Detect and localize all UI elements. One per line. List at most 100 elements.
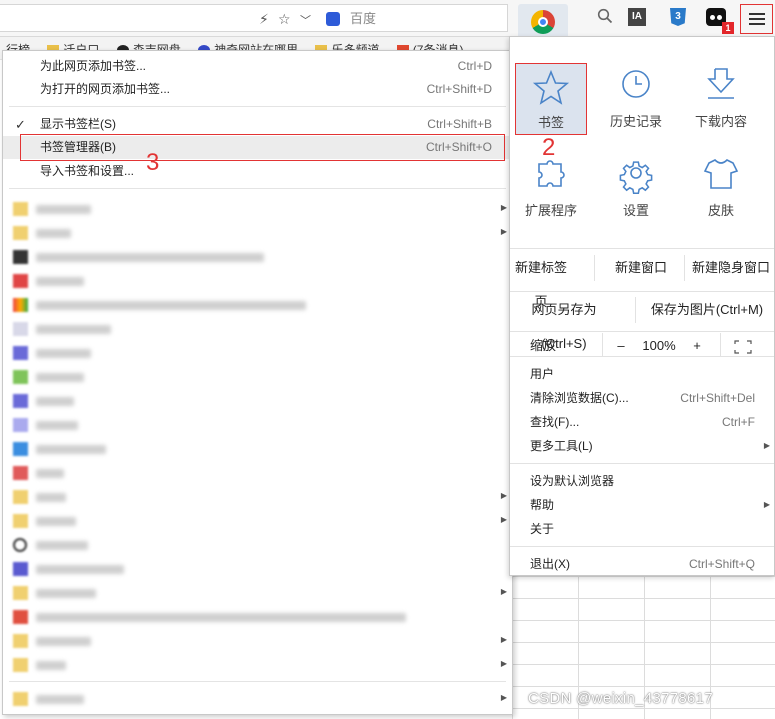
menu-tile-history[interactable]: 历史记录 [597,65,675,147]
bookmark-entry[interactable] [3,341,512,365]
submenu-arrow-icon: ▶ [500,587,507,596]
clock-icon [622,70,650,98]
tile-label: 扩展程序 [524,203,577,218]
submenu-arrow-icon: ▶ [500,659,507,668]
menu-tile-bookmarks[interactable]: 书签 [515,63,587,135]
bookmark-entry[interactable] [3,557,512,581]
menu-item-find[interactable]: 查找(F)... Ctrl+F [530,410,770,434]
new-window-button[interactable]: 新建窗口 [596,251,686,285]
zoom-in-button[interactable]: + [682,329,712,363]
blurred-text [36,301,306,310]
bookmark-entry[interactable]: ▶ [3,581,512,605]
bookmark-entry[interactable] [3,269,512,293]
main-menu-button[interactable] [740,4,773,34]
folder-icon [13,202,28,216]
menu-item-label: 帮助 [530,498,555,512]
add-open-pages-label: 为打开的网页添加书签... [40,82,171,96]
vertical-divider [684,255,685,281]
blurred-text [36,373,84,382]
csdn-watermark: CSDN @weixin_43778617 [528,690,713,707]
menu-item-help[interactable]: 帮助 ▶ [530,493,770,517]
folder-icon [13,692,28,706]
menu-divider [510,248,774,249]
blurred-text [36,277,84,286]
bookmark-entry[interactable] [3,461,512,485]
site-icon [13,346,28,360]
add-bookmark-item[interactable]: 为此网页添加书签... Ctrl+D [3,55,512,78]
search-icon[interactable] [597,8,613,28]
bookmark-entry[interactable] [3,437,512,461]
bookmark-entry[interactable] [3,533,512,557]
bookmark-entry[interactable] [3,317,512,341]
css3-extension-icon[interactable]: 3 [670,8,686,26]
puzzle-icon [538,160,565,187]
bookmark-entry[interactable] [3,365,512,389]
menu-tile-extensions[interactable]: 扩展程序 [512,154,590,236]
menu-divider [510,546,774,547]
ia-extension-icon[interactable]: IA [628,8,646,26]
bookmark-entry[interactable]: ▶ [3,629,512,653]
bookmark-entry[interactable]: ▶ [3,653,512,677]
menu-item-exit[interactable]: 退出(X) Ctrl+Shift+Q [530,552,770,576]
checkmark-icon: ✓ [15,117,26,132]
import-bookmarks-item[interactable]: 导入书签和设置... [3,160,512,183]
menu-item-default-browser[interactable]: 设为默认浏览器 [530,469,770,493]
folder-icon [13,490,28,504]
site-icon [13,610,28,624]
shortcut-text: Ctrl+D [457,59,492,73]
fullscreen-icon [734,339,752,354]
tile-label: 皮肤 [707,203,734,218]
bookmark-entry[interactable] [3,413,512,437]
menu-item-about[interactable]: 关于 [530,517,770,541]
folder-icon [13,658,28,672]
save-as-image-button[interactable]: 保存为图片(Ctrl+M) [640,293,774,327]
bookmark-entry[interactable]: ▶ [3,509,512,533]
menu-item-user[interactable]: 用户 [530,362,770,386]
hamburger-line [749,18,765,20]
blurred-text [36,229,71,238]
menu-item-label: 用户 [530,367,555,381]
add-bookmark-label: 为此网页添加书签... [40,59,147,73]
save-page-as-button[interactable]: 网页另存为(Ctrl+S) [510,293,618,351]
show-bookmarks-bar-item[interactable]: ✓ 显示书签栏(S) Ctrl+Shift+B [3,113,512,136]
site-icon [13,274,28,288]
bookmark-entry[interactable]: ▶ [3,221,512,245]
submenu-arrow-icon: ▶ [500,635,507,644]
lightning-icon[interactable]: ⚡ [259,11,269,27]
shortcut-text: Ctrl+Shift+B [427,117,492,131]
menu-tile-skins[interactable]: 皮肤 [682,154,760,236]
submenu-arrow-icon: ▶ [500,227,507,236]
bookmark-entry[interactable] [3,605,512,629]
search-engine-label[interactable]: 百度 [350,11,376,27]
menu-divider [9,188,506,189]
bookmark-entry[interactable]: ▶ [3,485,512,509]
menu-item-clear-data[interactable]: 清除浏览数据(C)... Ctrl+Shift+Del [530,386,770,410]
zoom-out-button[interactable]: – [608,329,634,363]
chrome-extension-button[interactable] [518,4,568,40]
vertical-divider [594,255,595,281]
highlight-box-bookmark-manager [20,134,505,161]
menu-tile-settings[interactable]: 设置 [597,154,675,236]
address-bar[interactable]: ⚡ ☆ ﹀ 百度 [0,4,508,32]
menu-item-more-tools[interactable]: 更多工具(L) ▶ [530,434,770,458]
bookmark-entry[interactable]: ▶ [3,687,512,711]
menu-divider [9,681,506,682]
bookmark-entry[interactable] [3,293,512,317]
star-bookmark-icon[interactable]: ☆ [278,11,291,27]
new-incognito-button[interactable]: 新建隐身窗口 [686,251,775,285]
menu-tile-downloads[interactable]: 下载内容 [682,65,760,147]
bookmark-entry[interactable] [3,389,512,413]
add-open-pages-item[interactable]: 为打开的网页添加书签... Ctrl+Shift+D [3,78,512,101]
bookmark-entry[interactable]: ▶ [3,197,512,221]
blurred-text [36,613,406,622]
blurred-text [36,695,84,704]
menu-item-label: 关于 [530,522,555,536]
folder-icon [13,514,28,528]
new-tab-button[interactable]: 新建标签页 [510,251,572,309]
bookmark-entry[interactable] [3,245,512,269]
chevron-down-icon[interactable]: ﹀ [300,13,311,29]
vertical-divider [602,333,603,357]
folder-icon [13,226,28,240]
fullscreen-button[interactable] [728,329,758,363]
blurred-text [36,421,78,430]
